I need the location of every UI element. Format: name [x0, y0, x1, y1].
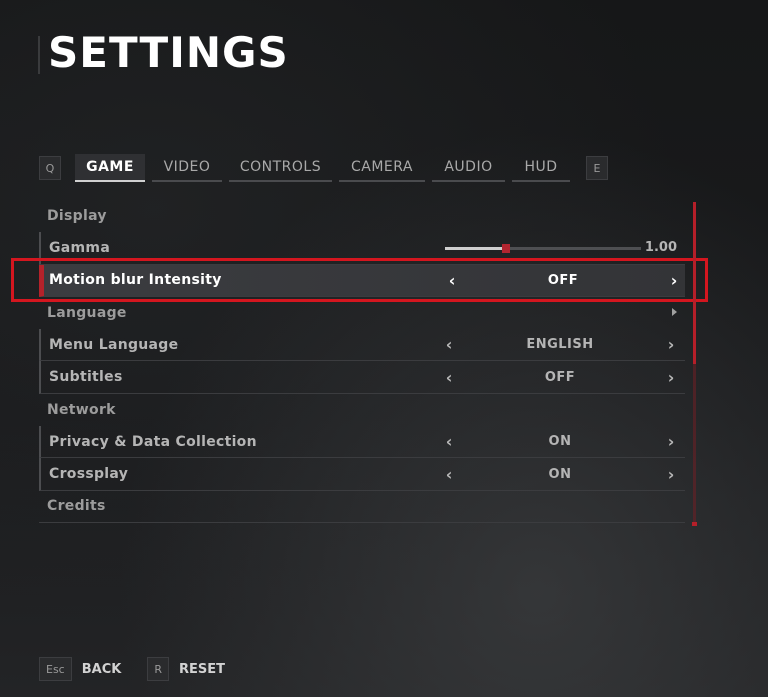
arrow-left-icon[interactable]: ‹: [446, 271, 458, 290]
section-label: Network: [47, 401, 116, 418]
value-selector: ‹ ON ›: [443, 458, 677, 489]
scrollbar-thumb[interactable]: [693, 202, 696, 364]
value-selector: ‹ OFF ›: [446, 265, 680, 296]
arrow-right-icon[interactable]: ›: [665, 432, 677, 451]
setting-privacy[interactable]: Privacy & Data Collection ‹ ON ›: [39, 426, 685, 459]
reset-key-badge[interactable]: R: [147, 657, 169, 681]
setting-label: Privacy & Data Collection: [49, 433, 257, 450]
title-accent-bar: [38, 36, 40, 74]
section-network: Network: [39, 394, 685, 426]
setting-label: Gamma: [49, 239, 111, 256]
back-button[interactable]: BACK: [82, 662, 122, 677]
setting-value: ON: [548, 466, 572, 482]
reset-button[interactable]: RESET: [179, 662, 225, 677]
value-selector: ‹ OFF ›: [443, 361, 677, 392]
arrow-left-icon[interactable]: ‹: [443, 368, 455, 387]
back-key-badge[interactable]: Esc: [39, 657, 72, 681]
section-credits[interactable]: Credits: [39, 491, 685, 523]
setting-gamma[interactable]: Gamma 1.00: [39, 232, 685, 265]
arrow-left-icon[interactable]: ‹: [443, 432, 455, 451]
section-display: Display: [39, 200, 685, 232]
arrow-right-icon[interactable]: ›: [668, 271, 680, 290]
footer-bar: Esc BACK R RESET: [39, 657, 251, 681]
setting-label: Subtitles: [49, 369, 123, 386]
prev-tab-key-q[interactable]: Q: [39, 156, 61, 180]
settings-screen: SETTINGS Q GAME VIDEO CONTROLS CAMERA AU…: [0, 0, 768, 697]
setting-value: OFF: [544, 369, 576, 385]
tab-game[interactable]: GAME: [75, 154, 145, 182]
gamma-slider-fill: [445, 247, 506, 251]
section-language[interactable]: Language: [39, 297, 685, 329]
tab-controls[interactable]: CONTROLS: [229, 154, 332, 182]
setting-label: Menu Language: [49, 336, 179, 353]
setting-value: ENGLISH: [526, 337, 594, 353]
arrow-left-icon[interactable]: ‹: [443, 335, 455, 354]
section-label: Display: [47, 208, 107, 225]
expand-arrow-icon: [672, 307, 677, 316]
section-label: Credits: [47, 498, 106, 515]
gamma-slider[interactable]: [445, 244, 641, 254]
setting-motion-blur[interactable]: Motion blur Intensity ‹ OFF ›: [39, 264, 685, 297]
arrow-right-icon[interactable]: ›: [665, 368, 677, 387]
setting-label: Motion blur Intensity: [49, 272, 222, 289]
arrow-right-icon[interactable]: ›: [665, 335, 677, 354]
tab-bar: Q GAME VIDEO CONTROLS CAMERA AUDIO HUD E: [39, 154, 608, 182]
scrollbar[interactable]: [692, 202, 697, 526]
gamma-slider-thumb[interactable]: [501, 244, 510, 254]
setting-value: OFF: [547, 272, 579, 288]
arrow-right-icon[interactable]: ›: [665, 465, 677, 484]
setting-value: ON: [548, 434, 572, 450]
tab-camera[interactable]: CAMERA: [339, 154, 425, 182]
page-title: SETTINGS: [48, 28, 289, 77]
tab-hud[interactable]: HUD: [512, 154, 570, 182]
gamma-value: 1.00: [644, 240, 677, 256]
value-selector: ‹ ENGLISH ›: [443, 329, 677, 360]
settings-list: Display Gamma 1.00 Motion blur Intensity…: [39, 200, 685, 523]
next-tab-key-e[interactable]: E: [586, 156, 608, 180]
arrow-left-icon[interactable]: ‹: [443, 465, 455, 484]
setting-label: Crossplay: [49, 466, 129, 483]
scrollbar-end: [692, 522, 697, 526]
value-selector: ‹ ON ›: [443, 426, 677, 457]
setting-crossplay[interactable]: Crossplay ‹ ON ›: [39, 458, 685, 491]
setting-subtitles[interactable]: Subtitles ‹ OFF ›: [39, 361, 685, 394]
section-label: Language: [47, 305, 127, 322]
tab-video[interactable]: VIDEO: [152, 154, 222, 182]
tab-audio[interactable]: AUDIO: [432, 154, 505, 182]
setting-menu-language[interactable]: Menu Language ‹ ENGLISH ›: [39, 329, 685, 362]
